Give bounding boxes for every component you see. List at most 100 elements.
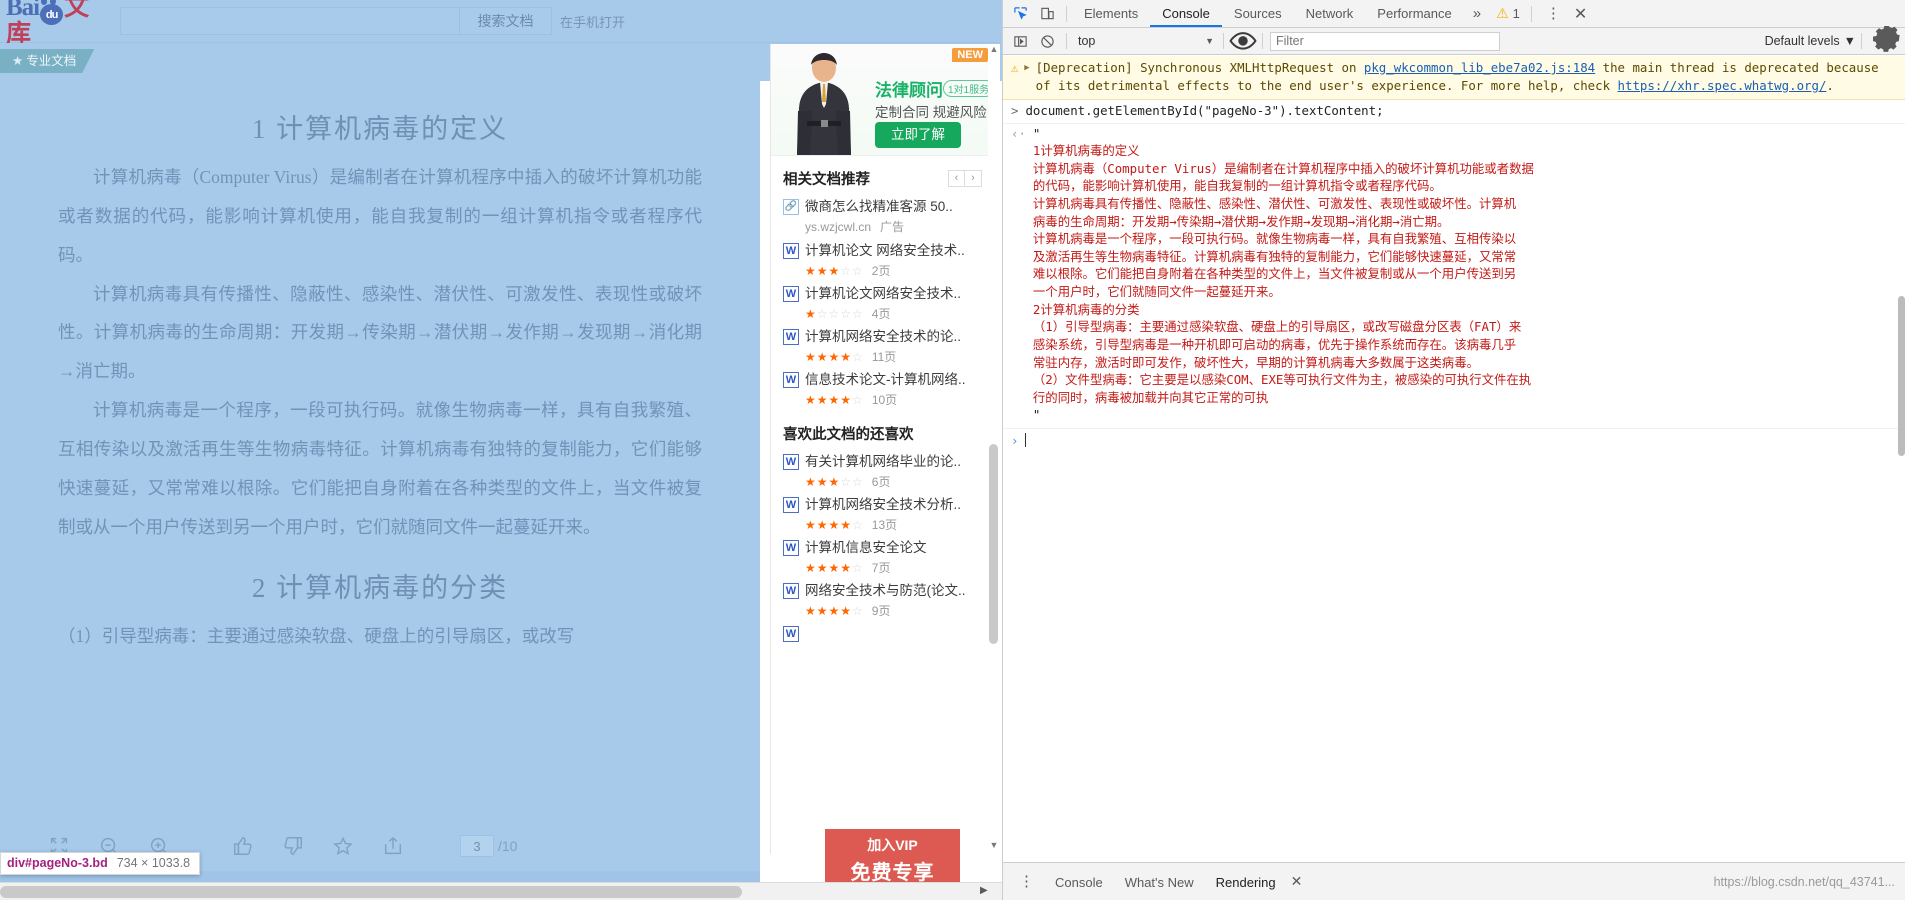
tab-performance[interactable]: Performance — [1365, 0, 1463, 27]
ad-label: 广告 — [880, 220, 905, 234]
drawer-close-icon[interactable]: ✕ — [1287, 873, 1307, 890]
rating-stars: ★★★★☆ — [805, 561, 864, 575]
search-box[interactable] — [120, 7, 460, 35]
drawer-tab-console[interactable]: Console — [1044, 870, 1114, 894]
result-line: （2）文件型病毒：它主要是以感染COM、EXE等可执行文件为主，被感染的可执行文… — [1032, 372, 1532, 388]
thumbs-up-icon[interactable] — [218, 823, 268, 869]
list-item-title[interactable]: 网络安全技术与防范(论文.. — [805, 580, 984, 602]
warning-count-badge[interactable]: ⚠ 1 — [1490, 5, 1526, 22]
chevron-down-icon: ▼ — [1843, 34, 1856, 48]
tab-network[interactable]: Network — [1294, 0, 1366, 27]
expand-arrow-icon[interactable]: ▶ — [1024, 62, 1029, 95]
list-item-title[interactable]: 计算机论文网络安全技术.. — [805, 283, 984, 305]
list-item[interactable]: W 网络安全技术与防范(论文.. ★★★★☆ 9页 — [771, 579, 992, 622]
logo-bai-text: Bai — [6, 0, 40, 21]
horizontal-scroll-thumb[interactable] — [0, 886, 742, 898]
close-devtools-icon[interactable]: ✕ — [1570, 4, 1597, 24]
devtools-menu-icon[interactable]: ⋮ — [1537, 6, 1570, 21]
devtools-panel: Elements Console Sources Network Perform… — [1002, 0, 1905, 900]
result-line: 计算机病毒具有传播性、隐蔽性、感染性、潜伏性、可激发性、表现性或破坏性。计算机 — [1032, 196, 1517, 212]
more-tabs-icon[interactable]: » — [1464, 5, 1490, 22]
result-line: 行的同时，病毒被加载并向其它正常的可执 — [1032, 389, 1269, 405]
share-icon[interactable] — [368, 823, 418, 869]
console-warning-message[interactable]: ⚠ ▶ [Deprecation] Synchronous XMLHttpReq… — [1003, 56, 1905, 100]
execution-context-select[interactable]: top ▼ — [1072, 31, 1218, 51]
warning-suffix: . — [1826, 77, 1834, 93]
pager-next-button[interactable]: › — [965, 170, 982, 187]
list-item[interactable]: W 计算机网络安全技术的论.. ★★★★☆ 11页 — [771, 325, 992, 368]
list-item-title[interactable]: 计算机网络安全技术的论.. — [805, 326, 984, 348]
source-link[interactable]: pkg_wkcommon_lib_ebe7a02.js:184 — [1364, 60, 1595, 75]
word-icon: W — [783, 329, 799, 345]
list-item[interactable]: W 计算机论文 网络安全技术.. ★★★☆☆ 2页 — [771, 239, 992, 282]
star-icon: ★ — [12, 54, 24, 68]
search-button[interactable]: 搜索文档 — [460, 7, 552, 35]
word-icon: W — [783, 454, 799, 470]
page-count: 11页 — [871, 350, 897, 364]
search-input[interactable] — [121, 8, 459, 34]
page-count: 10页 — [871, 393, 898, 407]
list-item[interactable]: W 有关计算机网络毕业的论.. ★★★☆☆ 6页 — [771, 450, 992, 493]
console-prompt[interactable]: › — [1003, 429, 1905, 450]
scroll-up-arrow-icon[interactable]: ▲ — [988, 44, 1000, 58]
join-vip-banner[interactable]: 加入VIP 免费专享 — [825, 829, 960, 885]
list-item-title[interactable]: 信息技术论文-计算机网络.. — [805, 369, 984, 391]
vertical-scroll-thumb[interactable] — [989, 444, 998, 644]
warning-prefix: [Deprecation] Synchronous XMLHttpRequest… — [1035, 60, 1364, 75]
console-sidebar-icon[interactable] — [1007, 28, 1034, 54]
live-expression-eye-icon[interactable] — [1229, 30, 1257, 52]
document-content: 1 计算机病毒的定义 计算机病毒（Computer Virus）是编制者在计算机… — [0, 81, 760, 656]
pager-prev-button[interactable]: ‹ — [948, 170, 965, 187]
console-filter-input[interactable] — [1270, 31, 1500, 51]
drawer-menu-icon[interactable]: ⋮ — [1009, 874, 1044, 889]
console-scrollbar-thumb[interactable] — [1898, 296, 1905, 456]
rating-stars: ★★★★☆ — [805, 350, 864, 364]
devtools-settings-gear-icon[interactable] — [1873, 26, 1903, 56]
list-item[interactable]: 🔗 微商怎么找精准客源 50.. ys.wzjcwl.cn 广告 — [771, 195, 992, 239]
open-in-app-link[interactable]: 在手机打开 — [560, 12, 625, 31]
status-bar-url: https://blog.csdn.net/qq_43741... — [1713, 874, 1895, 889]
list-item-title[interactable]: 计算机论文 网络安全技术.. — [805, 240, 984, 262]
rating-stars: ★★★☆☆ — [805, 264, 864, 278]
scroll-down-arrow-icon[interactable]: ▼ — [988, 840, 1000, 854]
page-count: 13页 — [871, 518, 898, 532]
list-item-url: ys.wzjcwl.cn 广告 — [783, 218, 984, 237]
page-vertical-scrollbar[interactable]: ▲ ▼ — [988, 44, 1000, 854]
document-heading-2: 2 计算机病毒的分类 — [251, 573, 509, 604]
tab-elements[interactable]: Elements — [1072, 0, 1150, 27]
list-item-title[interactable]: 计算机信息安全论文 — [805, 537, 984, 559]
list-item[interactable]: W 计算机信息安全论文 ★★★★☆ 7页 — [771, 536, 992, 579]
related-docs-pager[interactable]: ‹ › — [948, 170, 982, 187]
toggle-device-toolbar-icon[interactable] — [1034, 1, 1061, 27]
baidu-paw-icon: du — [40, 0, 64, 25]
thumbs-down-icon[interactable] — [268, 823, 318, 869]
site-header: Bai du 文库 搜索文档 在手机打开 — [0, 0, 1002, 47]
ad-cta-button[interactable]: 立即了解 — [875, 122, 961, 148]
tab-console[interactable]: Console — [1150, 0, 1222, 27]
advertisement-card[interactable]: NEW 法律顾问 1对1服务 定制合同 规避风险 立即了解 — [771, 44, 992, 156]
page-horizontal-scrollbar[interactable]: ▶ — [0, 882, 1002, 900]
tab-sources[interactable]: Sources — [1222, 0, 1294, 27]
chevron-down-icon: ▼ — [1205, 36, 1214, 46]
list-item-title[interactable]: 有关计算机网络毕业的论.. — [805, 451, 984, 473]
document-page-3[interactable]: 1 计算机病毒的定义 计算机病毒（Computer Virus）是编制者在计算机… — [0, 81, 760, 821]
log-levels-select[interactable]: Default levels ▼ — [1765, 34, 1856, 48]
scroll-right-arrow-icon[interactable]: ▶ — [980, 885, 988, 896]
spec-link[interactable]: https://xhr.spec.whatwg.org/ — [1618, 78, 1827, 93]
list-item[interactable]: W — [771, 622, 992, 644]
list-item[interactable]: W 计算机网络安全技术分析.. ★★★★☆ 13页 — [771, 493, 992, 536]
baidu-wenku-logo[interactable]: Bai du 文库 — [6, 0, 98, 47]
page-count: 7页 — [871, 561, 891, 575]
console-output[interactable]: ⚠ ▶ [Deprecation] Synchronous XMLHttpReq… — [1003, 56, 1905, 862]
list-item-title[interactable]: 计算机网络安全技术分析.. — [805, 494, 984, 516]
drawer-tab-rendering[interactable]: Rendering — [1205, 870, 1287, 894]
list-item-title[interactable]: 微商怎么找精准客源 50.. — [805, 196, 984, 218]
drawer-tab-whats-new[interactable]: What's New — [1114, 870, 1205, 894]
list-item[interactable]: W 信息技术论文-计算机网络.. ★★★★☆ 10页 — [771, 368, 992, 411]
clear-console-icon[interactable] — [1034, 28, 1061, 54]
word-icon: W — [783, 497, 799, 513]
page-number-input[interactable] — [460, 835, 494, 857]
list-item[interactable]: W 计算机论文网络安全技术.. ★☆☆☆☆ 4页 — [771, 282, 992, 325]
favorite-star-icon[interactable] — [318, 823, 368, 869]
inspect-element-icon[interactable] — [1007, 1, 1034, 27]
